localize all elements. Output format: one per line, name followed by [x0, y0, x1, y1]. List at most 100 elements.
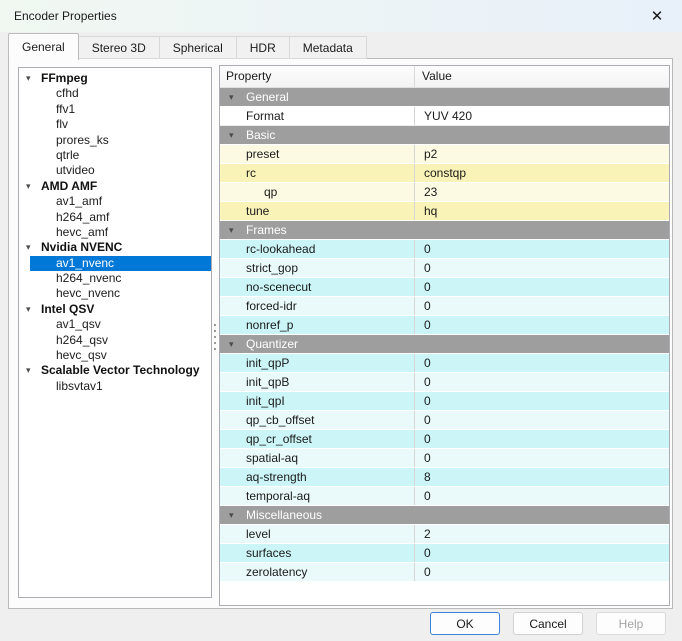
collapse-arrow-icon[interactable]: ▾: [229, 221, 246, 239]
tree-item-cfhd[interactable]: cfhd: [19, 86, 211, 101]
property-value-cell[interactable]: 0: [415, 354, 669, 372]
column-header-value[interactable]: Value: [415, 66, 669, 87]
property-name-cell: init_qpI: [220, 392, 415, 410]
property-value-cell[interactable]: 0: [415, 373, 669, 391]
collapse-arrow-icon[interactable]: ▾: [26, 240, 38, 255]
section-row-frames[interactable]: ▾ Frames: [220, 221, 669, 240]
tree-item-av1-amf[interactable]: av1_amf: [19, 194, 211, 209]
property-value-cell[interactable]: 0: [415, 544, 669, 562]
property-row-qp-cb-offset: qp_cb_offset 0: [220, 411, 669, 430]
tree-group-scalable-vector-technology[interactable]: ▾ Scalable Vector Technology: [19, 363, 211, 378]
property-row-no-scenecut: no-scenecut 0: [220, 278, 669, 297]
property-value-cell[interactable]: 0: [415, 449, 669, 467]
property-value-cell[interactable]: 0: [415, 297, 669, 315]
collapse-arrow-icon[interactable]: ▾: [26, 302, 38, 317]
property-row-spatial-aq: spatial-aq 0: [220, 449, 669, 468]
tree-item-av1-nvenc[interactable]: av1_nvenc: [19, 256, 211, 271]
property-value-cell[interactable]: 0: [415, 411, 669, 429]
tree-item-label: hevc_amf: [56, 225, 108, 239]
window-title: Encoder Properties: [14, 9, 117, 23]
cancel-button[interactable]: Cancel: [513, 612, 583, 635]
tree-item-flv[interactable]: flv: [19, 117, 211, 132]
tree-item-h264-nvenc[interactable]: h264_nvenc: [19, 271, 211, 286]
tree-item-prores-ks[interactable]: prores_ks: [19, 133, 211, 148]
property-value-cell[interactable]: 0: [415, 240, 669, 258]
ok-button[interactable]: OK: [430, 612, 500, 635]
property-value-cell[interactable]: p2: [415, 145, 669, 163]
tab-label: Spherical: [173, 41, 223, 55]
tree-group-label: Nvidia NVENC: [41, 240, 122, 254]
tab-metadata[interactable]: Metadata: [289, 36, 367, 59]
tree-item-label: hevc_nvenc: [56, 286, 120, 300]
tree-item-label: av1_qsv: [56, 317, 101, 331]
property-name-cell: init_qpP: [220, 354, 415, 372]
tree-item-label: hevc_qsv: [56, 348, 107, 362]
tree-group-intel-qsv[interactable]: ▾ Intel QSV: [19, 302, 211, 317]
property-value-cell[interactable]: 2: [415, 525, 669, 543]
tree-item-qtrle[interactable]: qtrle: [19, 148, 211, 163]
property-name-cell: Format: [220, 107, 415, 125]
button-label: Help: [619, 617, 644, 631]
tree-item-libsvtav1[interactable]: libsvtav1: [19, 379, 211, 394]
property-value-cell[interactable]: 0: [415, 259, 669, 277]
property-value-cell[interactable]: 0: [415, 430, 669, 448]
title-bar: Encoder Properties ✕: [0, 0, 682, 32]
collapse-arrow-icon[interactable]: ▾: [229, 126, 246, 144]
collapse-arrow-icon[interactable]: ▾: [26, 363, 38, 378]
property-value-cell[interactable]: YUV 420: [415, 107, 669, 125]
tab-spherical[interactable]: Spherical: [159, 36, 237, 59]
property-row-zerolatency: zerolatency 0: [220, 563, 669, 582]
property-value-cell[interactable]: 23: [415, 183, 669, 201]
tree-item-hevc-nvenc[interactable]: hevc_nvenc: [19, 286, 211, 301]
collapse-arrow-icon[interactable]: ▾: [26, 71, 38, 86]
tab-bar: General Stereo 3D Spherical HDR Metadata: [8, 33, 367, 59]
property-row-nonref-p: nonref_p 0: [220, 316, 669, 335]
tab-general[interactable]: General: [8, 33, 79, 60]
section-row-quantizer[interactable]: ▾ Quantizer: [220, 335, 669, 354]
section-row-basic[interactable]: ▾ Basic: [220, 126, 669, 145]
tab-stereo-3d[interactable]: Stereo 3D: [78, 36, 160, 59]
property-name-cell: rc: [220, 164, 415, 182]
property-value-cell[interactable]: 0: [415, 563, 669, 581]
button-label: Cancel: [529, 617, 566, 631]
tree-group-label: Scalable Vector Technology: [41, 363, 200, 377]
tree-item-ffv1[interactable]: ffv1: [19, 102, 211, 117]
property-row-tune: tune hq: [220, 202, 669, 221]
property-name-cell: temporal-aq: [220, 487, 415, 505]
tree-item-av1-qsv[interactable]: av1_qsv: [19, 317, 211, 332]
property-name-cell: qp: [220, 183, 415, 201]
tree-item-h264-qsv[interactable]: h264_qsv: [19, 333, 211, 348]
tree-item-hevc-qsv[interactable]: hevc_qsv: [19, 348, 211, 363]
tab-hdr[interactable]: HDR: [236, 36, 290, 59]
section-row-general[interactable]: ▾ General: [220, 88, 669, 107]
property-value-cell[interactable]: 0: [415, 316, 669, 334]
button-bar: OK Cancel Help: [430, 612, 666, 635]
collapse-arrow-icon[interactable]: ▾: [229, 335, 246, 353]
tree-item-h264-amf[interactable]: h264_amf: [19, 210, 211, 225]
property-value-cell[interactable]: 0: [415, 392, 669, 410]
tree-item-label: ffv1: [56, 102, 75, 116]
property-value-cell[interactable]: 0: [415, 278, 669, 296]
close-icon[interactable]: ✕: [640, 0, 674, 32]
property-value-cell[interactable]: 8: [415, 468, 669, 486]
section-label: Miscellaneous: [246, 506, 322, 524]
tree-group-amd-amf[interactable]: ▾ AMD AMF: [19, 179, 211, 194]
property-value-cell[interactable]: hq: [415, 202, 669, 220]
column-header-property[interactable]: Property: [220, 66, 415, 87]
collapse-arrow-icon[interactable]: ▾: [229, 88, 246, 106]
property-row-format: Format YUV 420: [220, 107, 669, 126]
section-label: General: [246, 88, 289, 106]
tree-group-nvidia-nvenc[interactable]: ▾ Nvidia NVENC: [19, 240, 211, 255]
tree-item-label: h264_qsv: [56, 333, 108, 347]
property-row-init-qpi: init_qpI 0: [220, 392, 669, 411]
property-value-cell[interactable]: 0: [415, 487, 669, 505]
property-value-cell[interactable]: constqp: [415, 164, 669, 182]
tab-label: Metadata: [303, 41, 353, 55]
collapse-arrow-icon[interactable]: ▾: [229, 506, 246, 524]
tree-item-hevc-amf[interactable]: hevc_amf: [19, 225, 211, 240]
tree-item-utvideo[interactable]: utvideo: [19, 163, 211, 178]
section-row-miscellaneous[interactable]: ▾ Miscellaneous: [220, 506, 669, 525]
splitter-handle[interactable]: [213, 324, 217, 358]
collapse-arrow-icon[interactable]: ▾: [26, 179, 38, 194]
tree-group-ffmpeg[interactable]: ▾ FFmpeg: [19, 71, 211, 86]
